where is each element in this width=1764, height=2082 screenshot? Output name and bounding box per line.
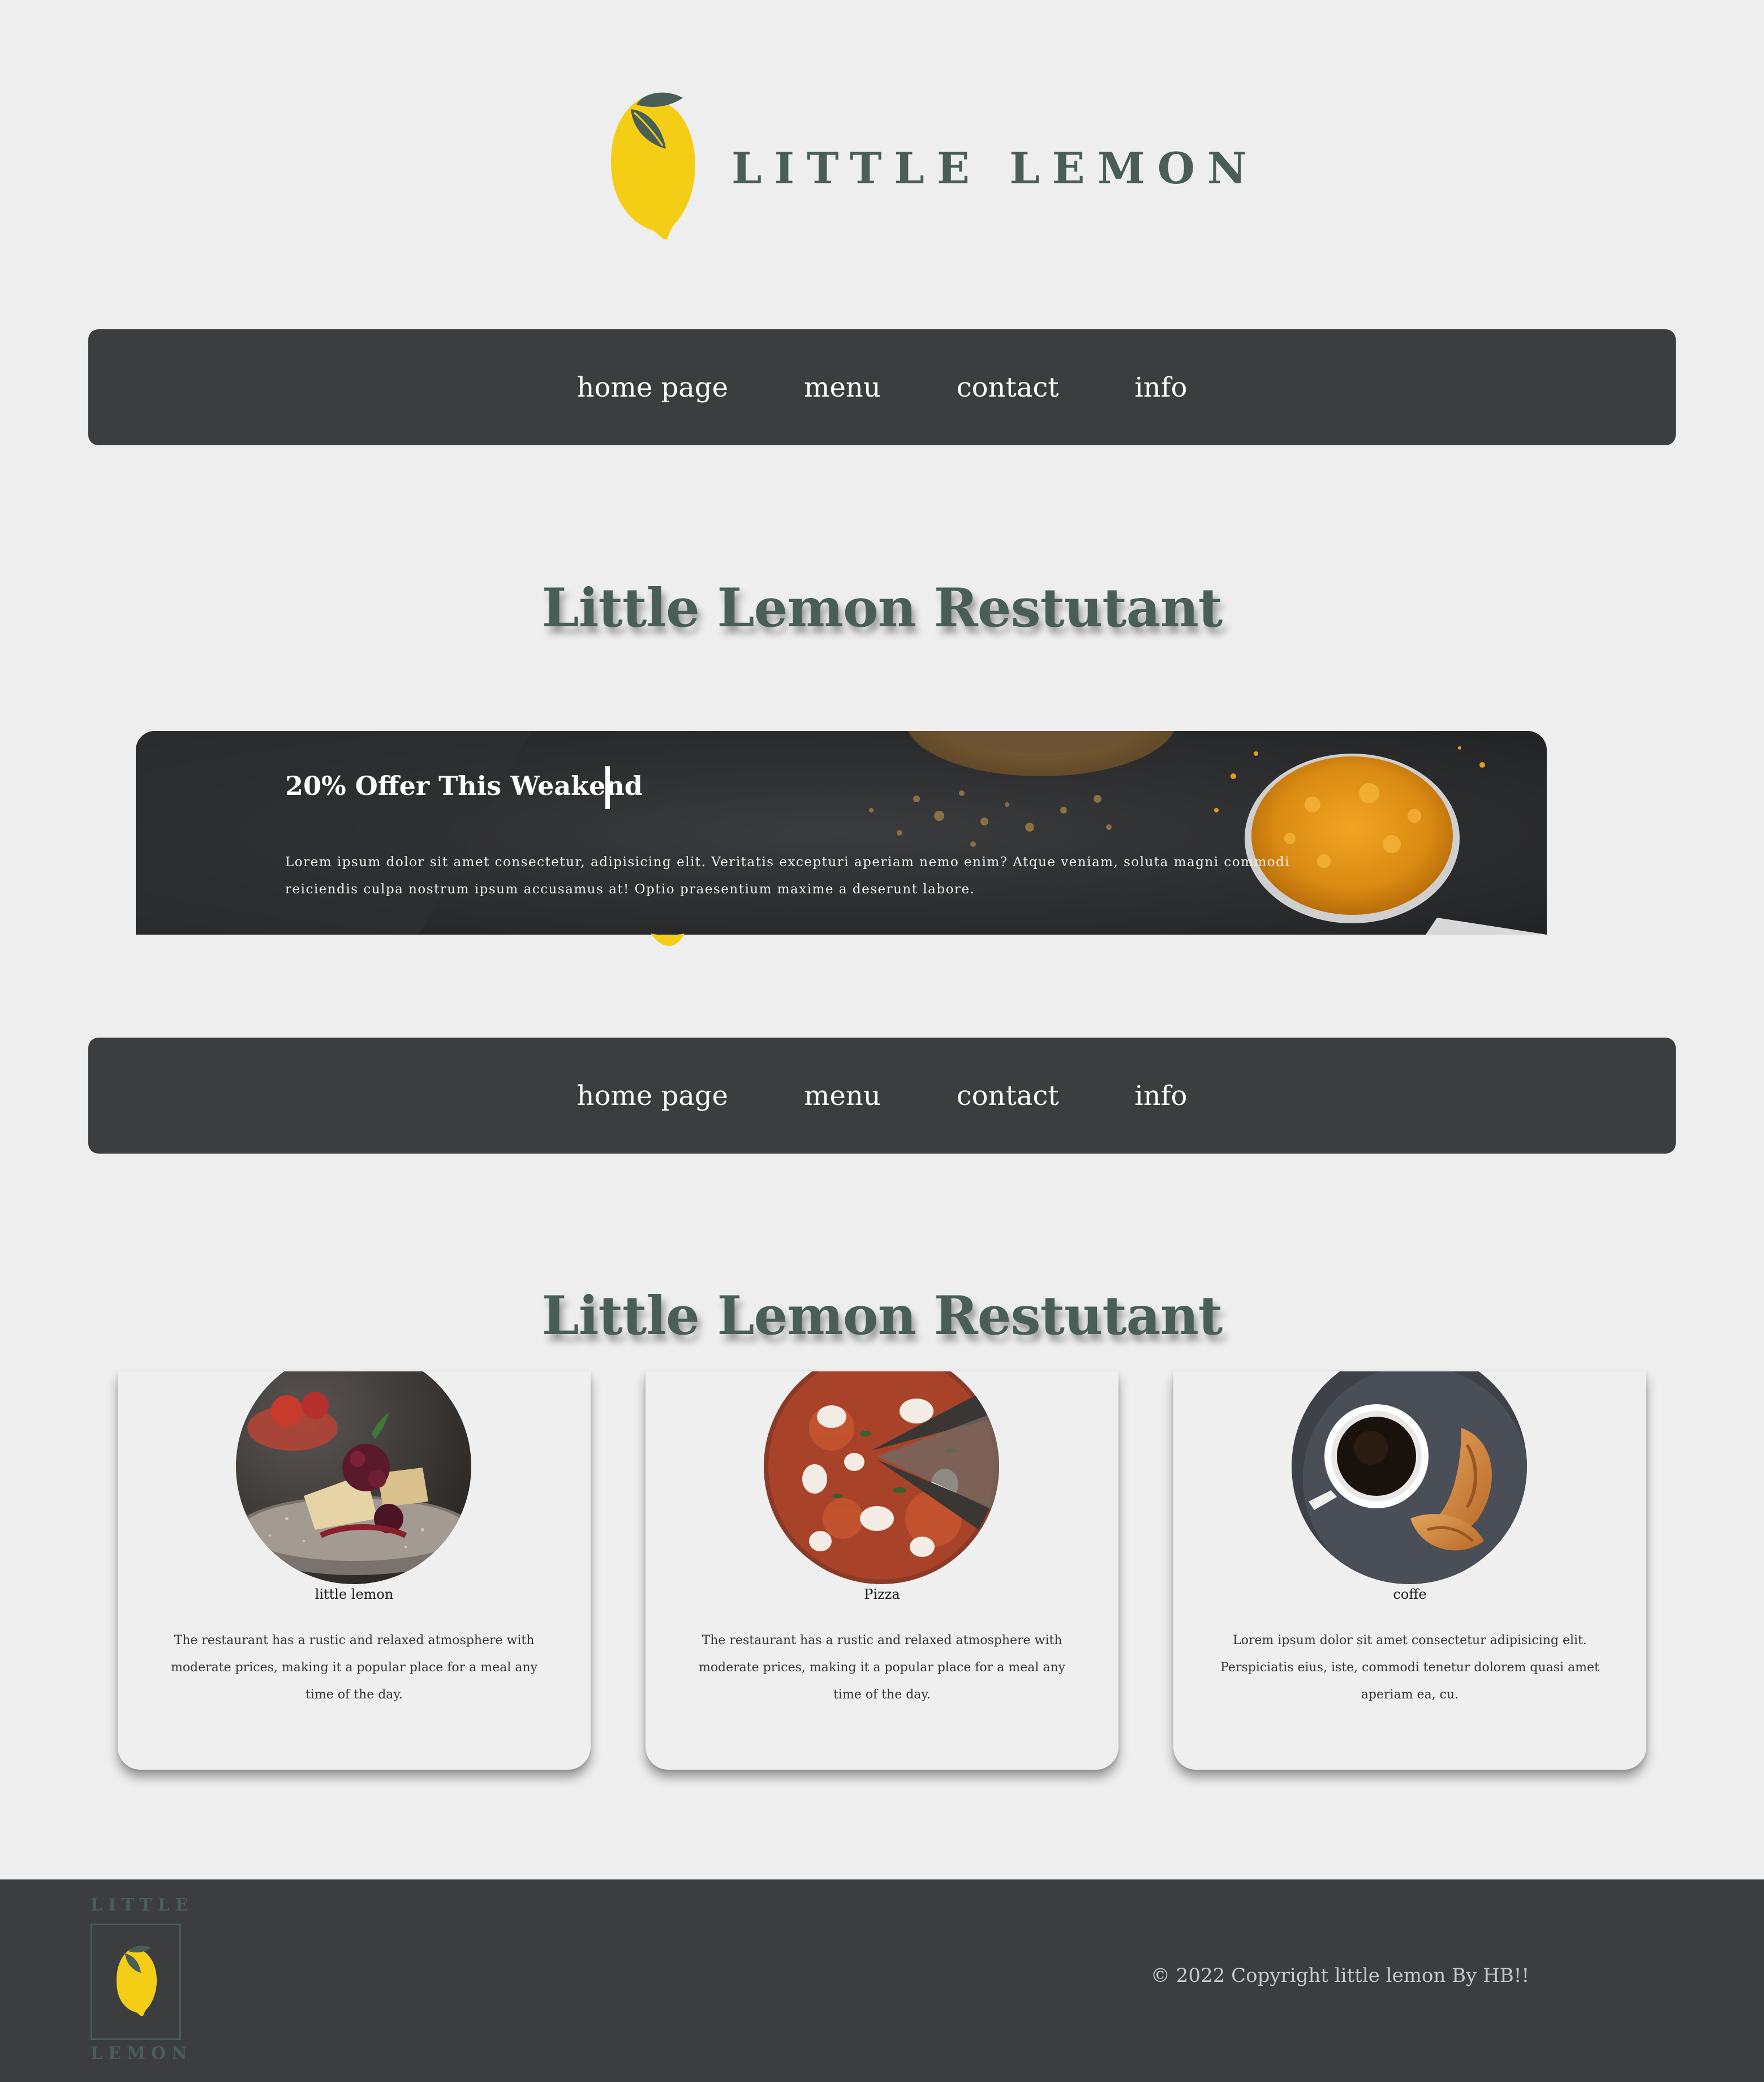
nav-home-page[interactable]: home page <box>577 1080 728 1112</box>
card-description: The restaurant has a rustic and relaxed … <box>170 1633 538 1702</box>
logo-text: LITTLE LEMON <box>732 143 1259 193</box>
footer-logo-frame <box>91 1924 181 2040</box>
offer-title: 20% Offer This Weakend <box>285 771 643 801</box>
footer-logo[interactable]: LITTLE LEMON <box>91 1895 194 2065</box>
nav-contact[interactable]: contact <box>957 372 1059 403</box>
footer-logo-bottom-text: LEMON <box>91 2044 193 2063</box>
lemon-icon <box>117 1945 157 2016</box>
card-description: Lorem ipsum dolor sit amet consectetur a… <box>1220 1633 1599 1702</box>
nav-menu[interactable]: menu <box>804 1080 881 1112</box>
food-card[interactable]: Pizza The restaurant has a rustic and re… <box>646 1371 1118 1770</box>
copyright-text: © 2022 Copyright little lemon By HB!! <box>1151 1964 1530 1987</box>
spice-background-image <box>136 731 1547 935</box>
pizza-image <box>764 1371 999 1584</box>
header-logo[interactable]: LITTLE LEMON <box>608 88 1246 240</box>
section-heading: Little Lemon Restutant <box>541 1285 1223 1347</box>
footer: LITTLE LEMON © 2022 Copyright little lem… <box>0 1879 1764 2082</box>
food-card[interactable]: little lemon The restaurant has a rustic… <box>118 1371 591 1770</box>
dessert-image <box>236 1371 471 1584</box>
card-title: little lemon <box>315 1586 394 1602</box>
nav-home-page[interactable]: home page <box>577 372 728 403</box>
lemon-icon <box>610 92 695 240</box>
section-heading: Little Lemon Restutant <box>541 577 1223 639</box>
text-cursor <box>605 766 610 809</box>
card-description: The restaurant has a rustic and relaxed … <box>698 1633 1066 1702</box>
coffee-image <box>1292 1371 1527 1584</box>
top-navigation: home page menu contact info <box>88 329 1676 445</box>
bottom-navigation: home page menu contact info <box>88 1038 1676 1154</box>
nav-menu[interactable]: menu <box>804 372 881 403</box>
food-card[interactable]: coffe Lorem ipsum dolor sit amet consect… <box>1173 1371 1646 1770</box>
lemon-tip-icon <box>651 934 685 946</box>
card-title: coffe <box>1393 1586 1427 1602</box>
footer-logo-top-text: LITTLE <box>91 1895 194 1915</box>
card-title: Pizza <box>864 1586 900 1602</box>
nav-info[interactable]: info <box>1135 1080 1188 1112</box>
nav-contact[interactable]: contact <box>957 1080 1059 1112</box>
offer-text: Lorem ipsum dolor sit amet consectetur, … <box>285 855 1290 897</box>
offer-banner: 20% Offer This Weakend Lorem ipsum dolor… <box>136 731 1547 935</box>
nav-info[interactable]: info <box>1135 372 1188 403</box>
